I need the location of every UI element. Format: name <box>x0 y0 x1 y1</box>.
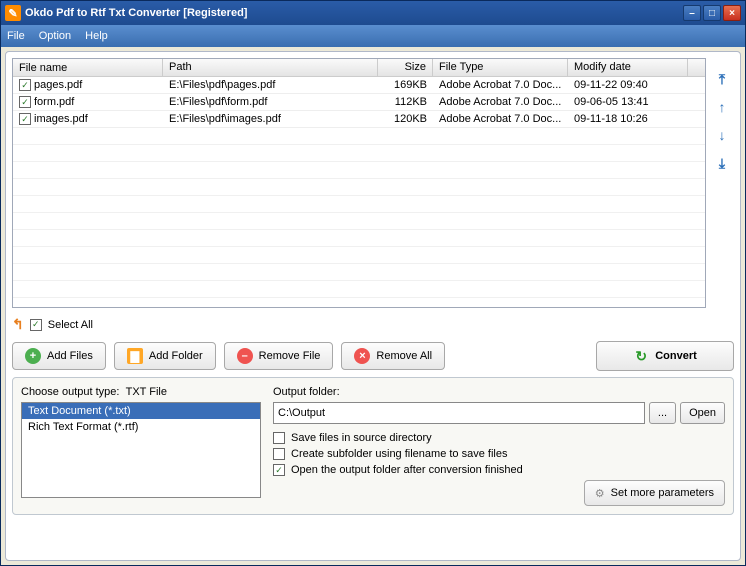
close-button[interactable]: × <box>723 5 741 21</box>
col-header-type[interactable]: File Type <box>433 59 568 76</box>
file-path: E:\Files\pdf\pages.pdf <box>163 78 378 92</box>
file-list[interactable]: File name Path Size File Type Modify dat… <box>12 58 706 308</box>
menu-file[interactable]: File <box>7 30 25 42</box>
output-type-current: TXT File <box>126 386 167 398</box>
parent-folder-icon[interactable]: ↰ <box>12 316 24 333</box>
content-area: File name Path Size File Type Modify dat… <box>5 51 741 561</box>
save-source-checkbox[interactable] <box>273 432 285 444</box>
move-up-button[interactable]: ↑ <box>712 98 732 116</box>
open-after-label: Open the output folder after conversion … <box>291 464 523 476</box>
move-down-button[interactable]: ↓ <box>712 126 732 144</box>
table-row[interactable]: ✓images.pdf E:\Files\pdf\images.pdf120KBA… <box>13 111 705 128</box>
subfolder-label: Create subfolder using filename to save … <box>291 448 507 460</box>
file-path: E:\Files\pdf\form.pdf <box>163 95 378 109</box>
plus-icon: + <box>25 348 41 364</box>
output-folder-input[interactable] <box>273 402 645 424</box>
save-source-label: Save files in source directory <box>291 432 432 444</box>
menu-bar: File Option Help <box>1 25 745 47</box>
file-size: 112KB <box>378 95 433 109</box>
file-name: images.pdf <box>34 113 88 125</box>
subfolder-checkbox[interactable] <box>273 448 285 460</box>
file-date: 09-11-18 10:26 <box>568 112 688 126</box>
move-bottom-button[interactable]: ⤓ <box>712 154 732 172</box>
open-folder-button[interactable]: Open <box>680 402 725 424</box>
row-checkbox[interactable]: ✓ <box>19 79 31 91</box>
set-parameters-button[interactable]: ⚙Set more parameters <box>584 480 725 506</box>
file-date: 09-11-22 09:40 <box>568 78 688 92</box>
maximize-button[interactable]: □ <box>703 5 721 21</box>
app-icon: ✎ <box>5 5 21 21</box>
open-after-checkbox[interactable]: ✓ <box>273 464 285 476</box>
file-size: 120KB <box>378 112 433 126</box>
file-date: 09-06-05 13:41 <box>568 95 688 109</box>
col-header-name[interactable]: File name <box>13 59 163 76</box>
file-type: Adobe Acrobat 7.0 Doc... <box>433 78 568 92</box>
col-header-date[interactable]: Modify date <box>568 59 688 76</box>
col-header-path[interactable]: Path <box>163 59 378 76</box>
browse-button[interactable]: ... <box>649 402 676 424</box>
row-checkbox[interactable]: ✓ <box>19 96 31 108</box>
window-title: Okdo Pdf to Rtf Txt Converter [Registere… <box>25 7 247 19</box>
title-bar: ✎ Okdo Pdf to Rtf Txt Converter [Registe… <box>1 1 745 25</box>
clear-icon: × <box>354 348 370 364</box>
minimize-button[interactable]: – <box>683 5 701 21</box>
add-folder-button[interactable]: ▇Add Folder <box>114 342 216 370</box>
row-checkbox[interactable]: ✓ <box>19 113 31 125</box>
list-item[interactable]: Text Document (*.txt) <box>22 403 260 419</box>
file-size: 169KB <box>378 78 433 92</box>
output-type-label: Choose output type: <box>21 386 119 398</box>
select-all-checkbox[interactable]: ✓ <box>30 319 42 331</box>
folder-icon: ▇ <box>127 348 143 364</box>
table-row[interactable]: ✓form.pdf E:\Files\pdf\form.pdf112KBAdobe… <box>13 94 705 111</box>
file-name: form.pdf <box>34 96 74 108</box>
file-path: E:\Files\pdf\images.pdf <box>163 112 378 126</box>
output-type-list[interactable]: Text Document (*.txt)Rich Text Format (*… <box>21 402 261 498</box>
convert-button[interactable]: ↻Convert <box>596 341 734 371</box>
file-type: Adobe Acrobat 7.0 Doc... <box>433 112 568 126</box>
remove-file-button[interactable]: –Remove File <box>224 342 334 370</box>
app-window: ✎ Okdo Pdf to Rtf Txt Converter [Registe… <box>0 0 746 566</box>
menu-help[interactable]: Help <box>85 30 108 42</box>
convert-icon: ↻ <box>633 348 649 364</box>
gear-icon: ⚙ <box>595 487 605 500</box>
col-header-size[interactable]: Size <box>378 59 433 76</box>
table-row[interactable]: ✓pages.pdf E:\Files\pdf\pages.pdf169KBAdo… <box>13 77 705 94</box>
reorder-buttons: ⤒ ↑ ↓ ⤓ <box>712 58 734 308</box>
file-type: Adobe Acrobat 7.0 Doc... <box>433 95 568 109</box>
minus-icon: – <box>237 348 253 364</box>
file-list-header: File name Path Size File Type Modify dat… <box>13 59 705 77</box>
output-folder-label: Output folder: <box>273 386 725 398</box>
file-name: pages.pdf <box>34 79 82 91</box>
remove-all-button[interactable]: ×Remove All <box>341 342 445 370</box>
move-top-button[interactable]: ⤒ <box>712 70 732 88</box>
select-all-label: Select All <box>48 319 93 331</box>
list-item[interactable]: Rich Text Format (*.rtf) <box>22 419 260 435</box>
add-files-button[interactable]: +Add Files <box>12 342 106 370</box>
menu-option[interactable]: Option <box>39 30 71 42</box>
